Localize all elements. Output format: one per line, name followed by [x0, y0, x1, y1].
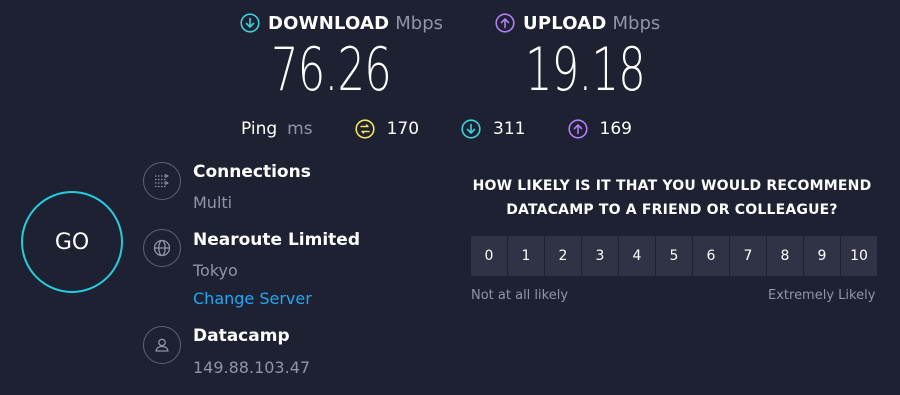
- download-header: DOWNLOAD Mbps: [240, 10, 443, 36]
- survey-question: HOW LIKELY IS IT THAT YOU WOULD RECOMMEN…: [472, 178, 872, 218]
- rating-scale: 0 1 2 3 4 5 6 7 8 9 10: [471, 236, 877, 276]
- connections-icon-wrap: [143, 162, 181, 200]
- ping-unit: ms: [287, 119, 313, 139]
- ping-idle: 170: [354, 119, 420, 139]
- upload-unit: Mbps: [612, 12, 661, 34]
- rating-option[interactable]: 5: [656, 236, 692, 276]
- user-icon: [155, 338, 169, 352]
- provider-icon-wrap: [143, 326, 181, 364]
- rating-option[interactable]: 0: [471, 236, 507, 276]
- rating-high-label: Extremely Likely: [768, 288, 876, 303]
- rating-option[interactable]: 1: [508, 236, 544, 276]
- ping-label: Ping: [241, 119, 278, 139]
- ping-row: Ping ms 170 311 169: [241, 117, 632, 141]
- change-server-link[interactable]: Change Server: [193, 289, 312, 308]
- rating-option[interactable]: 6: [693, 236, 729, 276]
- upload-value: 19.18: [525, 35, 646, 105]
- rating-option[interactable]: 10: [841, 236, 877, 276]
- upload-header: UPLOAD Mbps: [495, 10, 660, 36]
- globe-icon: [153, 239, 171, 257]
- rating-option[interactable]: 2: [545, 236, 581, 276]
- upload-label: UPLOAD: [523, 12, 607, 34]
- rating-option[interactable]: 9: [804, 236, 840, 276]
- ping-upload-value: 169: [599, 119, 632, 139]
- rating-low-label: Not at all likely: [471, 288, 569, 303]
- ping-download-icon: [461, 119, 481, 139]
- download-value: 76.26: [271, 35, 392, 105]
- download-icon: [240, 13, 260, 33]
- server-icon-wrap: [143, 229, 181, 267]
- rating-option[interactable]: 4: [619, 236, 655, 276]
- go-button[interactable]: GO: [21, 191, 123, 293]
- server-title: Nearoute Limited: [193, 230, 360, 250]
- ping-idle-icon: [354, 119, 375, 139]
- provider-title: Datacamp: [193, 326, 290, 346]
- connections-icon: [155, 173, 169, 188]
- rating-option[interactable]: 3: [582, 236, 618, 276]
- server-location: Tokyo: [193, 261, 238, 280]
- download-unit: Mbps: [395, 12, 444, 34]
- rating-option[interactable]: 7: [730, 236, 766, 276]
- upload-icon: [495, 13, 515, 33]
- download-label: DOWNLOAD: [268, 12, 390, 34]
- provider-ip: 149.88.103.47: [193, 358, 311, 377]
- ping-download: 311: [461, 119, 526, 139]
- ping-upload: 169: [567, 119, 632, 139]
- ping-download-value: 311: [493, 119, 526, 139]
- ping-upload-icon: [567, 119, 588, 139]
- connections-value: Multi: [193, 193, 233, 212]
- connections-title: Connections: [193, 162, 311, 182]
- rating-option[interactable]: 8: [767, 236, 803, 276]
- ping-idle-value: 170: [386, 119, 420, 139]
